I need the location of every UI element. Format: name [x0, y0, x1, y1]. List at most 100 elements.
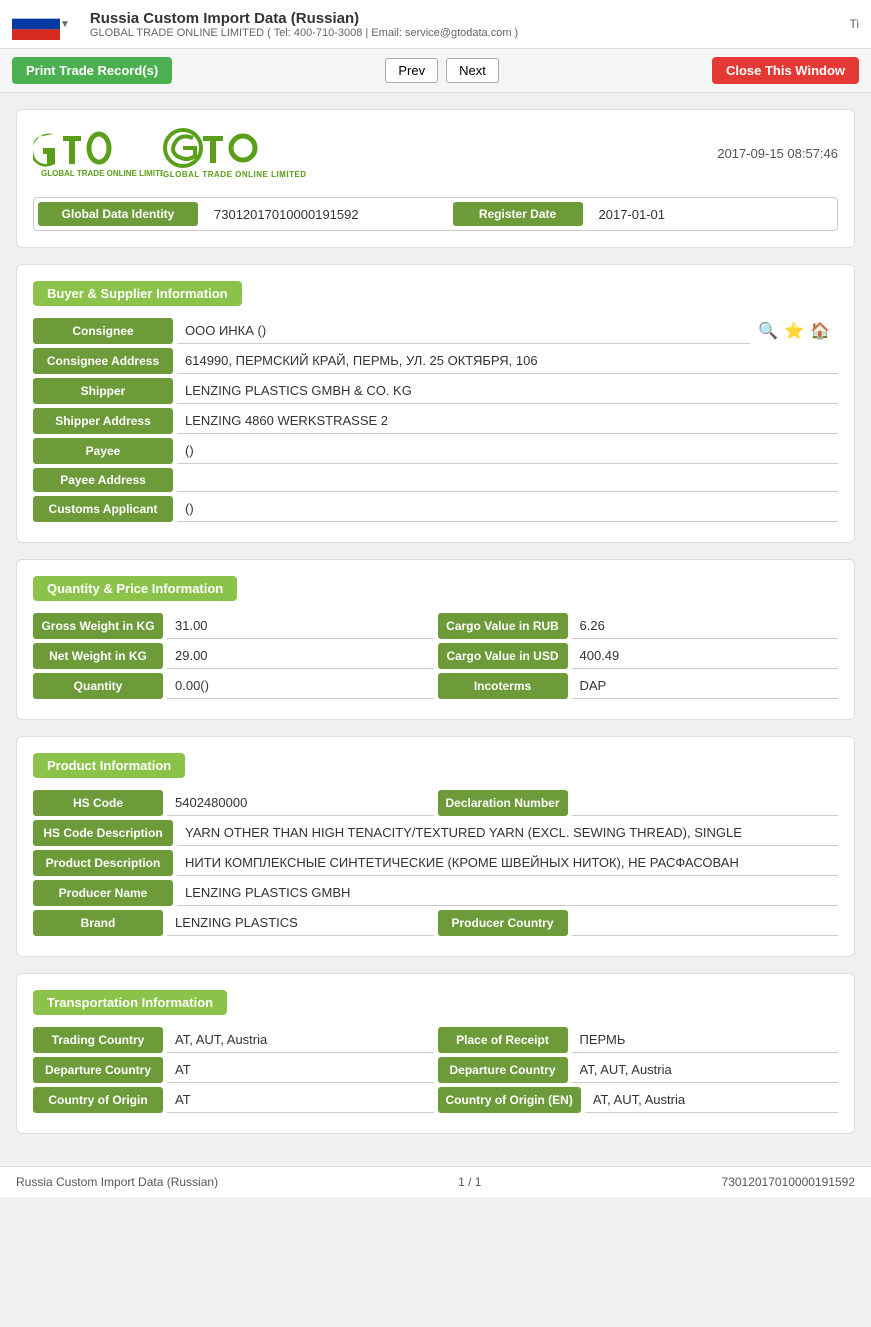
buyer-supplier-header: Buyer & Supplier Information [33, 281, 242, 306]
consignee-address-row: Consignee Address 614990, ПЕРМСКИЙ КРАЙ,… [33, 348, 838, 374]
net-weight-label: Net Weight in KG [33, 643, 163, 669]
star-icon[interactable]: ⭐ [784, 321, 804, 341]
hs-code-field: HS Code 5402480000 [33, 790, 434, 816]
prev-button[interactable]: Prev [385, 58, 438, 83]
declaration-number-field: Declaration Number [438, 790, 839, 816]
departure-country2-value: AT, AUT, Austria [572, 1057, 839, 1083]
buyer-supplier-card: Buyer & Supplier Information Consignee О… [16, 264, 855, 543]
departure-country-row: Departure Country AT Departure Country A… [33, 1057, 838, 1083]
net-weight-row: Net Weight in KG 29.00 Cargo Value in US… [33, 643, 838, 669]
shipper-label: Shipper [33, 378, 173, 404]
quantity-label: Quantity [33, 673, 163, 699]
quantity-price-card: Quantity & Price Information Gross Weigh… [16, 559, 855, 720]
gdi-row: Global Data Identity 7301201701000019159… [33, 197, 838, 231]
producer-name-value: LENZING PLASTICS GMBH [177, 880, 838, 906]
cargo-rub-field: Cargo Value in RUB 6.26 [438, 613, 839, 639]
dropdown-arrow-icon[interactable]: ▼ [60, 19, 70, 30]
brand-label: Brand [33, 910, 163, 936]
product-card: Product Information HS Code 5402480000 D… [16, 736, 855, 957]
gross-weight-field: Gross Weight in KG 31.00 [33, 613, 434, 639]
incoterms-value: DAP [572, 673, 839, 699]
logo-row: GLOBAL TRADE ONLINE LIMITED GLOBAL TRADE [33, 126, 838, 181]
gross-weight-row: Gross Weight in KG 31.00 Cargo Value in … [33, 613, 838, 639]
cargo-usd-label: Cargo Value in USD [438, 643, 568, 669]
quantity-row: Quantity 0.00() Incoterms DAP [33, 673, 838, 699]
top-card: GLOBAL TRADE ONLINE LIMITED GLOBAL TRADE [16, 109, 855, 248]
shipper-address-label: Shipper Address [33, 408, 173, 434]
shipper-address-row: Shipper Address LENZING 4860 WERKSTRASSE… [33, 408, 838, 434]
gto-logo: GLOBAL TRADE ONLINE LIMITED [33, 126, 163, 181]
quantity-field: Quantity 0.00() [33, 673, 434, 699]
toolbar: Print Trade Record(s) Prev Next Close Th… [0, 49, 871, 93]
place-of-receipt-value: ПЕРМЬ [572, 1027, 839, 1053]
brand-field: Brand LENZING PLASTICS [33, 910, 434, 936]
next-button[interactable]: Next [446, 58, 499, 83]
declaration-number-label: Declaration Number [438, 790, 568, 816]
incoterms-label: Incoterms [438, 673, 568, 699]
shipper-value: LENZING PLASTICS GMBH & CO. KG [177, 378, 838, 404]
close-button[interactable]: Close This Window [712, 57, 859, 84]
country-of-origin-en-label: Country of Origin (EN) [438, 1087, 581, 1113]
producer-country-label: Producer Country [438, 910, 568, 936]
net-weight-value: 29.00 [167, 643, 434, 669]
incoterms-field: Incoterms DAP [438, 673, 839, 699]
footer-left: Russia Custom Import Data (Russian) [16, 1175, 218, 1189]
record-date: 2017-09-15 08:57:46 [717, 146, 838, 161]
consignee-label: Consignee [33, 318, 173, 344]
declaration-number-value [572, 790, 838, 816]
search-icon[interactable]: 🔍 [758, 321, 778, 341]
header-right: Ti [849, 17, 859, 31]
gdi-value: 73012017010000191592 [206, 203, 449, 226]
register-date-value: 2017-01-01 [591, 203, 834, 226]
payee-address-value [177, 468, 838, 492]
departure-country-field: Departure Country AT [33, 1057, 434, 1083]
customs-applicant-row: Customs Applicant () [33, 496, 838, 522]
producer-name-label: Producer Name [33, 880, 173, 906]
country-of-origin-field: Country of Origin AT [33, 1087, 434, 1113]
producer-country-value [572, 910, 839, 936]
product-desc-label: Product Description [33, 850, 173, 876]
country-of-origin-en-field: Country of Origin (EN) AT, AUT, Austria [438, 1087, 839, 1113]
quantity-price-header: Quantity & Price Information [33, 576, 237, 601]
gto-logo-icon [163, 128, 263, 170]
net-weight-field: Net Weight in KG 29.00 [33, 643, 434, 669]
cargo-usd-field: Cargo Value in USD 400.49 [438, 643, 839, 669]
customs-applicant-label: Customs Applicant [33, 496, 173, 522]
departure-country2-field: Departure Country AT, AUT, Austria [438, 1057, 839, 1083]
home-icon[interactable]: 🏠 [810, 321, 830, 341]
register-date-label: Register Date [453, 202, 583, 226]
svg-text:GLOBAL TRADE ONLINE LIMITED: GLOBAL TRADE ONLINE LIMITED [41, 169, 163, 178]
payee-row: Payee () [33, 438, 838, 464]
producer-name-row: Producer Name LENZING PLASTICS GMBH [33, 880, 838, 906]
payee-address-row: Payee Address [33, 468, 838, 492]
main-content: GLOBAL TRADE ONLINE LIMITED GLOBAL TRADE [0, 93, 871, 1166]
hs-code-desc-value: YARN OTHER THAN HIGH TENACITY/TEXTURED Y… [177, 820, 838, 846]
consignee-address-label: Consignee Address [33, 348, 173, 374]
gdi-label: Global Data Identity [38, 202, 198, 226]
trading-country-field: Trading Country AT, AUT, Austria [33, 1027, 434, 1053]
customs-applicant-value: () [177, 496, 838, 522]
shipper-row: Shipper LENZING PLASTICS GMBH & CO. KG [33, 378, 838, 404]
payee-label: Payee [33, 438, 173, 464]
place-of-receipt-field: Place of Receipt ПЕРМЬ [438, 1027, 839, 1053]
product-header: Product Information [33, 753, 185, 778]
producer-country-field: Producer Country [438, 910, 839, 936]
trading-country-value: AT, AUT, Austria [167, 1027, 434, 1053]
page-title: Russia Custom Import Data (Russian) [90, 10, 850, 27]
consignee-address-value: 614990, ПЕРМСКИЙ КРАЙ, ПЕРМЬ, УЛ. 25 ОКТ… [177, 348, 838, 374]
footer-center: 1 / 1 [458, 1175, 481, 1189]
quantity-value: 0.00() [167, 673, 434, 699]
hs-code-value: 5402480000 [167, 790, 434, 816]
shipper-address-value: LENZING 4860 WERKSTRASSE 2 [177, 408, 838, 434]
consignee-value: ООО ИНКА () [177, 318, 750, 344]
print-button[interactable]: Print Trade Record(s) [12, 57, 172, 84]
gross-weight-value: 31.00 [167, 613, 434, 639]
trading-country-label: Trading Country [33, 1027, 163, 1053]
product-desc-row: Product Description НИТИ КОМПЛЕКСНЫЕ СИН… [33, 850, 838, 876]
footer-right: 73012017010000191592 [722, 1175, 855, 1189]
cargo-usd-value: 400.49 [572, 643, 839, 669]
consignee-row: Consignee ООО ИНКА () 🔍 ⭐ 🏠 [33, 318, 838, 344]
place-of-receipt-label: Place of Receipt [438, 1027, 568, 1053]
country-of-origin-en-value: AT, AUT, Austria [585, 1087, 838, 1113]
hs-code-desc-row: HS Code Description YARN OTHER THAN HIGH… [33, 820, 838, 846]
